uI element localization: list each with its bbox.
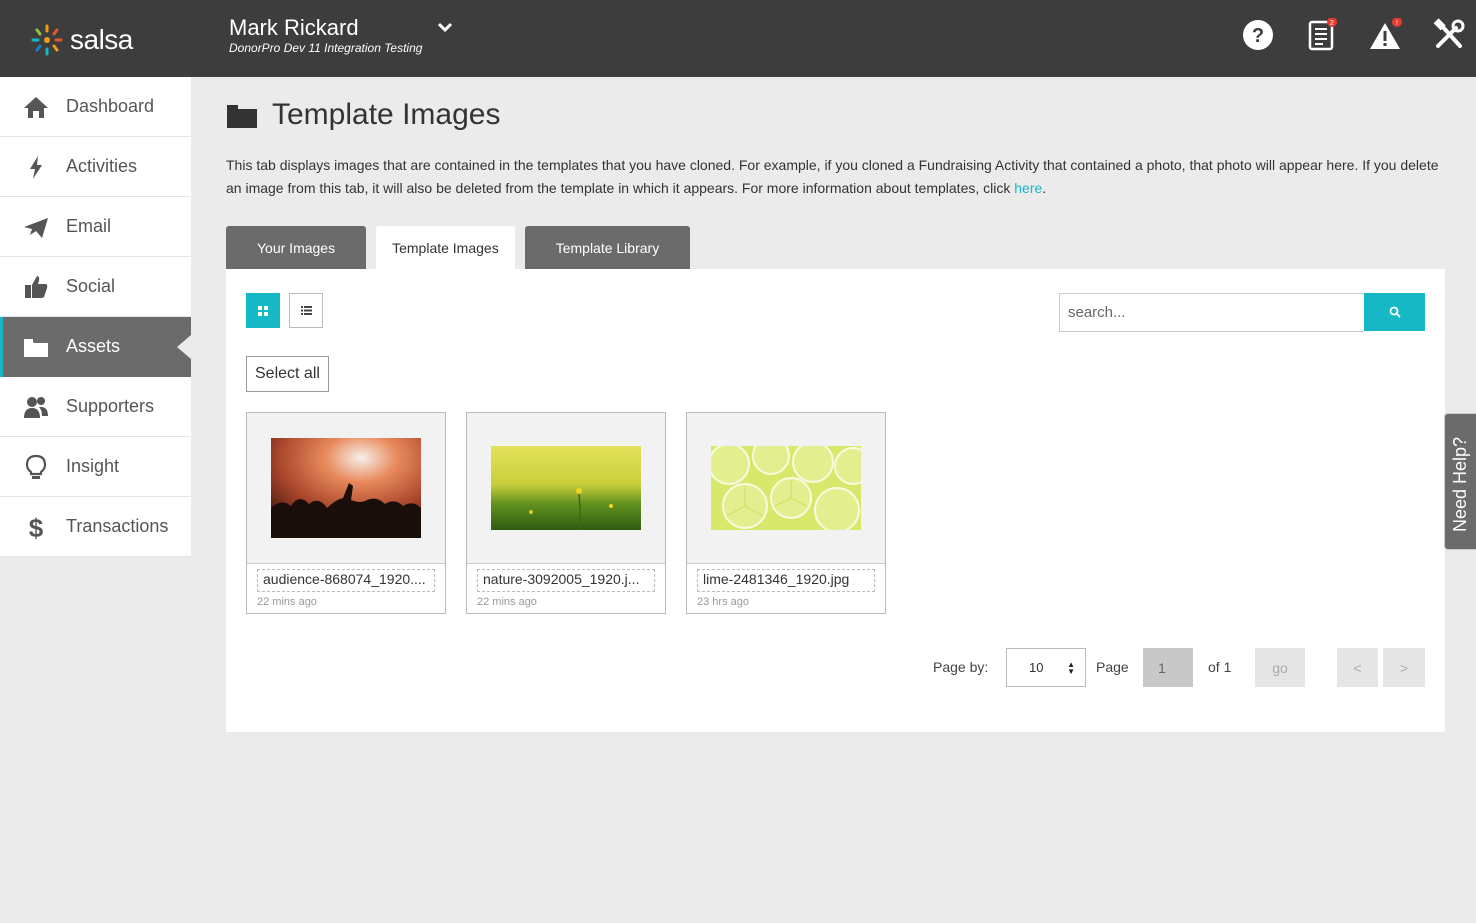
grid-icon	[258, 305, 268, 316]
lightbulb-icon	[25, 454, 47, 479]
sidebar-item-label: Dashboard	[66, 96, 155, 116]
paper-plane-icon	[24, 218, 48, 238]
description-text: This tab displays images that are contai…	[226, 157, 1439, 196]
bolt-icon	[30, 156, 42, 179]
sidebar-item-transactions[interactable]: $ Transactions	[0, 497, 191, 557]
page-number-input[interactable]: 1	[1143, 648, 1193, 687]
alerts-icon[interactable]: !	[1368, 18, 1402, 52]
nature-thumbnail[interactable]	[491, 446, 641, 530]
svg-text:$: $	[29, 513, 44, 541]
reports-icon[interactable]: 2	[1305, 18, 1339, 52]
sidebar-item-label: Activities	[66, 156, 138, 176]
tools-icon[interactable]	[1432, 18, 1466, 52]
sidebar-item-assets[interactable]: Assets	[0, 317, 191, 377]
page-title: Template Images	[272, 98, 501, 131]
sidebar-item-activities[interactable]: Activities	[0, 137, 191, 197]
page-description: This tab displays images that are contai…	[226, 154, 1446, 200]
folder-icon	[24, 339, 48, 357]
sidebar-item-label: Email	[66, 216, 112, 236]
sidebar-item-supporters[interactable]: Supporters	[0, 377, 191, 437]
top-header: salsa Mark Rickard DonorPro Dev 11 Integ…	[0, 0, 1476, 77]
sidebar-item-email[interactable]: Email	[0, 197, 191, 257]
image-filename[interactable]: nature-3092005_1920.j...	[477, 569, 655, 592]
image-thumbnail-frame	[247, 413, 445, 564]
account-name: Mark Rickard	[229, 15, 359, 40]
image-thumbnail-frame	[687, 413, 885, 564]
lime-thumbnail[interactable]	[711, 446, 861, 530]
sidebar-item-insight[interactable]: Insight	[0, 437, 191, 497]
tab-your-images[interactable]: Your Images	[226, 226, 367, 269]
account-switcher[interactable]: Mark Rickard DonorPro Dev 11 Integration…	[229, 15, 422, 55]
salsa-logo-mark	[31, 24, 63, 56]
sidebar-nav: Dashboard Activities Email Social Assets…	[0, 77, 191, 557]
tab-template-library[interactable]: Template Library	[524, 226, 691, 269]
image-timestamp: 22 mins ago	[257, 596, 317, 608]
tab-template-images[interactable]: Template Images	[376, 226, 515, 269]
page-header: Template Images	[226, 98, 500, 132]
salsa-logo[interactable]: salsa	[28, 20, 158, 60]
help-icon[interactable]: ?	[1241, 18, 1275, 52]
search-icon	[1389, 306, 1401, 318]
prev-page-button[interactable]: <	[1337, 648, 1378, 687]
dollar-icon: $	[29, 513, 44, 541]
description-end: .	[1042, 180, 1047, 196]
search-input[interactable]	[1059, 293, 1364, 332]
need-help-tab[interactable]: Need Help?	[1444, 413, 1476, 550]
select-all-button[interactable]: Select all	[246, 356, 329, 392]
sidebar-item-label: Assets	[66, 336, 121, 356]
image-filename[interactable]: audience-868074_1920....	[257, 569, 435, 592]
list-icon	[300, 306, 312, 315]
chevron-down-icon[interactable]	[436, 20, 454, 34]
account-org: DonorPro Dev 11 Integration Testing	[229, 41, 423, 55]
select-arrows-icon: ▲ ▼	[1067, 660, 1075, 676]
image-timestamp: 22 mins ago	[477, 596, 537, 608]
home-icon	[24, 97, 48, 118]
folder-icon	[227, 105, 257, 128]
templates-help-link[interactable]: here	[1014, 180, 1042, 196]
page-size-select[interactable]: 10 ▲ ▼	[1006, 648, 1086, 687]
image-card[interactable]: audience-868074_1920.... 22 mins ago	[246, 412, 446, 614]
list-view-button[interactable]	[289, 293, 323, 328]
go-button[interactable]: go	[1255, 648, 1305, 687]
image-filename[interactable]: lime-2481346_1920.jpg	[697, 569, 875, 592]
sidebar-item-label: Insight	[66, 456, 120, 476]
sidebar-item-dashboard[interactable]: Dashboard	[0, 77, 191, 137]
users-icon	[24, 397, 48, 418]
image-timestamp: 23 hrs ago	[697, 596, 749, 608]
sidebar-item-social[interactable]: Social	[0, 257, 191, 317]
search-button[interactable]	[1364, 293, 1425, 331]
sidebar-item-label: Supporters	[66, 396, 155, 416]
alerts-badge: !	[1396, 20, 1398, 27]
grid-view-button[interactable]	[246, 293, 280, 328]
sidebar-item-label: Transactions	[66, 516, 169, 536]
images-panel: Select all audience-868074_1920.... 22 m…	[226, 269, 1445, 732]
image-card[interactable]: nature-3092005_1920.j... 22 mins ago	[466, 412, 666, 614]
logo-text: salsa	[70, 24, 133, 55]
audience-thumbnail[interactable]	[271, 438, 421, 538]
image-tabs: Your Images Template Images Template Lib…	[226, 226, 700, 269]
next-page-button[interactable]: >	[1383, 648, 1425, 687]
sidebar-item-label: Social	[66, 276, 116, 296]
page-by-label: Page by:	[933, 659, 989, 675]
svg-text:?: ?	[1252, 25, 1264, 47]
image-thumbnail-frame	[467, 413, 665, 564]
page-total-label: of 1	[1208, 659, 1232, 675]
image-card[interactable]: lime-2481346_1920.jpg 23 hrs ago	[686, 412, 886, 614]
page-label: Page	[1096, 659, 1129, 675]
reports-badge: 2	[1330, 20, 1334, 27]
page-size-value: 10	[1029, 660, 1044, 675]
need-help-label: Need Help?	[1450, 436, 1470, 532]
thumbs-up-icon	[25, 276, 48, 298]
